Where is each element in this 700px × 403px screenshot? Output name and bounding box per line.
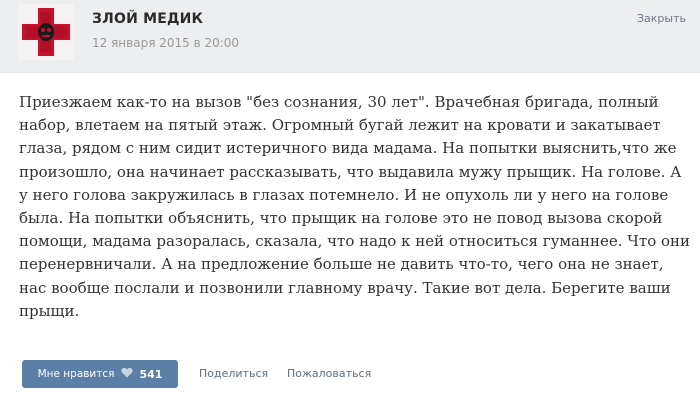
report-link[interactable]: Пожаловаться <box>287 367 371 380</box>
post-text-line: набор, влетаем на пятый этаж. Огромный б… <box>19 116 661 135</box>
post-text-line: Приезжаем как-то на вызов "без сознания,… <box>19 93 659 111</box>
post-text-line: у него голова закружилась в глазах потем… <box>19 185 669 204</box>
like-label: Мне нравится <box>37 368 115 380</box>
post-text-line: глаза, рядом с ним сидит истеричного вид… <box>19 139 677 158</box>
post-text-line: нас вообще послали и позвонили главному … <box>19 278 671 297</box>
post-text-line: была. На попытки объяснить, что прыщик н… <box>19 209 663 228</box>
avatar[interactable] <box>18 4 74 60</box>
post-date[interactable]: 12 января 2015 в 20:00 <box>92 36 239 50</box>
like-count: 541 <box>139 367 163 381</box>
post-text-line: произошло, она начинает рассказывать, чт… <box>19 162 682 181</box>
like-button[interactable]: Мне нравится 541 <box>22 360 178 388</box>
post-text-line: перенервничали. А на предложение больше … <box>19 255 664 274</box>
share-link[interactable]: Поделиться <box>199 367 268 380</box>
red-cross-logo-icon <box>18 4 74 60</box>
post-text: Приезжаем как-то на вызов "без сознания,… <box>19 91 691 323</box>
post-text-line: прыщи. <box>19 301 80 320</box>
post-header: ЗЛОЙ МЕДИК 12 января 2015 в 20:00 Закрыт… <box>0 0 700 72</box>
header-divider <box>0 72 700 73</box>
close-link[interactable]: Закрыть <box>637 12 686 25</box>
group-name[interactable]: ЗЛОЙ МЕДИК <box>92 11 203 27</box>
heart-icon <box>121 367 134 381</box>
post-text-line: помощи, мадама разоралась, сказала, что … <box>19 232 691 251</box>
